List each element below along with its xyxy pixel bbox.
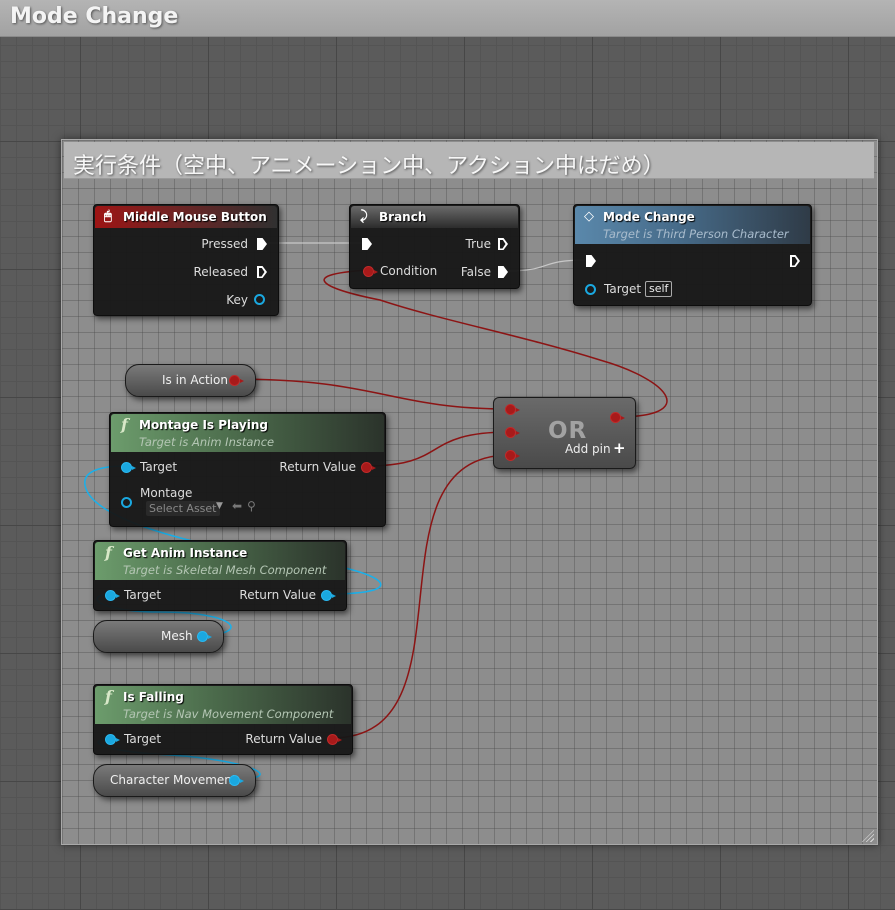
or-boolean-node[interactable]: OR Add pin + <box>493 397 636 469</box>
node-title: Get Anim Instance <box>123 546 248 560</box>
chevron-down-icon[interactable]: ▼ <box>216 501 223 511</box>
pin-label-released: Released <box>193 265 248 279</box>
comment-text: 実行条件（空中、アニメーション中、アクション中はだめ） <box>73 154 665 179</box>
node-title: Is Falling <box>123 690 184 704</box>
pin-label-target: Target <box>140 460 178 474</box>
is-falling-node[interactable]: f Is Falling Target is Nav Movement Comp… <box>93 684 353 755</box>
target-in-pin[interactable] <box>121 462 136 473</box>
branch-icon: ⤸ <box>360 209 368 224</box>
or-in-pin-b[interactable] <box>505 427 520 438</box>
or-label: OR <box>548 418 588 444</box>
graph-title: Mode Change <box>10 4 179 29</box>
pin-label-return: Return Value <box>239 588 316 602</box>
exec-out-pressed-pin[interactable] <box>257 238 267 250</box>
pin-label-pressed: Pressed <box>201 237 248 251</box>
mesh-out-pin[interactable] <box>197 631 212 642</box>
mesh-variable[interactable]: Mesh <box>93 620 224 653</box>
or-out-pin[interactable] <box>610 412 625 423</box>
target-in-pin[interactable] <box>105 590 120 601</box>
function-call-icon: ◇ <box>584 209 594 224</box>
node-title: Branch <box>379 210 427 224</box>
target-self-default[interactable]: self <box>645 281 673 297</box>
pin-label-target: Target <box>124 588 162 602</box>
pin-label-target: Target <box>124 732 162 746</box>
get-anim-instance-node[interactable]: f Get Anim Instance Target is Skeletal M… <box>93 540 347 611</box>
add-pin-label[interactable]: Add pin <box>565 442 611 456</box>
node-subtitle: Target is Nav Movement Component <box>123 707 334 721</box>
function-icon: f <box>121 415 128 434</box>
or-in-pin-c[interactable] <box>505 450 520 461</box>
variable-label: Is in Action <box>162 373 228 387</box>
return-value-out-pin[interactable] <box>327 734 342 745</box>
mouse-icon: 🖱 <box>104 209 112 224</box>
exec-out-released-pin[interactable] <box>257 266 267 278</box>
comment-header[interactable]: 実行条件（空中、アニメーション中、アクション中はだめ） <box>64 142 874 179</box>
node-subtitle: Target is Anim Instance <box>139 435 275 449</box>
node-subtitle: Target is Third Person Character <box>603 227 789 241</box>
pin-label-target: Target <box>604 282 642 296</box>
exec-in-pin[interactable] <box>586 255 596 267</box>
exec-in-pin[interactable] <box>362 238 372 250</box>
exec-out-pin[interactable] <box>790 255 800 267</box>
node-title: Montage Is Playing <box>139 418 268 432</box>
mode-change-node[interactable]: ◇ Mode Change Target is Third Person Cha… <box>573 204 812 306</box>
return-value-out-pin[interactable] <box>321 590 336 601</box>
target-in-pin[interactable] <box>585 284 596 295</box>
function-icon: f <box>105 687 112 706</box>
graph-title-bar: Mode Change <box>0 0 895 37</box>
target-in-pin[interactable] <box>105 734 120 745</box>
character-movement-variable[interactable]: Character Movement <box>93 764 256 797</box>
resize-grip-icon[interactable] <box>862 830 874 842</box>
return-value-out-pin[interactable] <box>361 462 376 473</box>
function-icon: f <box>105 543 112 562</box>
exec-out-false-pin[interactable] <box>498 266 508 278</box>
or-in-pin-a[interactable] <box>505 404 520 415</box>
pin-label-false: False <box>460 265 491 279</box>
add-pin-plus-icon[interactable]: + <box>613 439 626 457</box>
montage-is-playing-node[interactable]: f Montage Is Playing Target is Anim Inst… <box>109 412 386 527</box>
middle-mouse-button-node[interactable]: 🖱 Middle Mouse Button Pressed Released K… <box>93 204 279 316</box>
exec-out-true-pin[interactable] <box>498 238 508 250</box>
pin-label-key: Key <box>226 293 248 307</box>
pin-label-montage: Montage <box>140 486 193 500</box>
node-subtitle: Target is Skeletal Mesh Component <box>123 563 327 577</box>
condition-in-pin[interactable] <box>363 266 378 277</box>
browse-search-icon[interactable]: ⚲ <box>247 499 256 513</box>
is-in-action-variable[interactable]: Is in Action <box>125 364 256 397</box>
node-title: Mode Change <box>603 210 695 224</box>
select-asset-dropdown[interactable]: Select Asset <box>146 501 220 516</box>
node-title: Middle Mouse Button <box>123 210 267 224</box>
variable-label: Character Movement <box>110 773 237 787</box>
character-movement-out-pin[interactable] <box>229 775 244 786</box>
pin-label-true: True <box>465 237 492 251</box>
is-in-action-out-pin[interactable] <box>229 375 244 386</box>
pin-label-return: Return Value <box>245 732 322 746</box>
pin-label-condition: Condition <box>380 264 438 278</box>
branch-node[interactable]: ⤸ Branch Condition True False <box>349 204 520 289</box>
pin-label-return: Return Value <box>279 460 356 474</box>
montage-in-pin[interactable] <box>121 497 132 508</box>
use-selected-arrow-icon[interactable]: ⬅ <box>232 499 242 513</box>
key-out-pin[interactable] <box>254 294 265 305</box>
variable-label: Mesh <box>161 629 193 643</box>
